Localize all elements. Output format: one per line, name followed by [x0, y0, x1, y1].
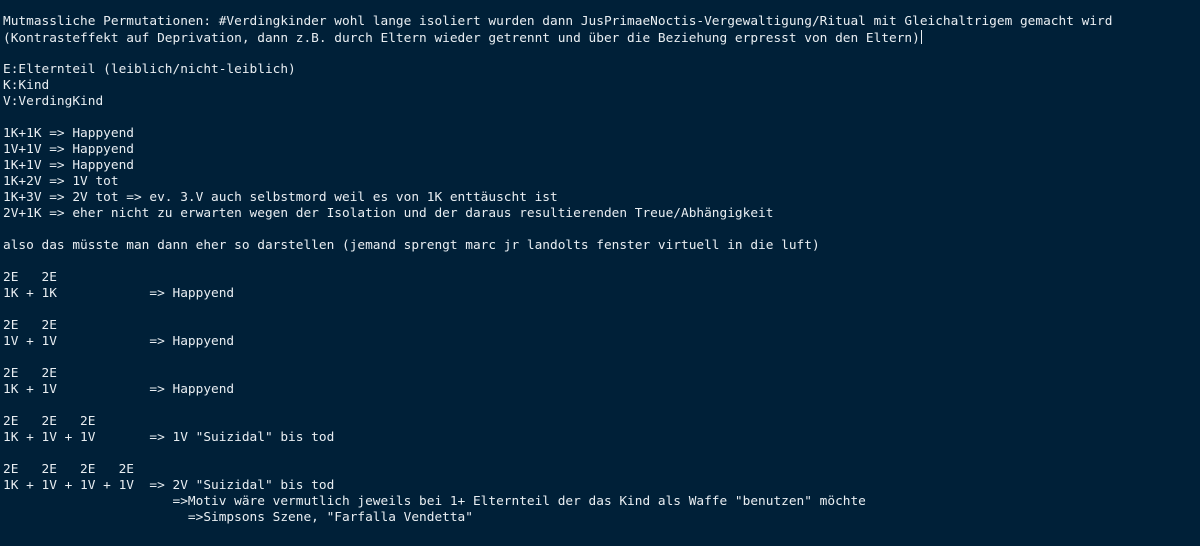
text-line: Mutmassliche Permutationen: #Verdingkind…: [3, 14, 1113, 29]
text-line: K:Kind: [3, 78, 50, 93]
terminal-text-area[interactable]: Mutmassliche Permutationen: #Verdingkind…: [0, 0, 1200, 546]
text-line: 1K + 1V + 1V + 1V => 2V "Suizidal" bis t…: [3, 478, 335, 493]
text-line: [3, 254, 1200, 270]
text-line: [3, 446, 1200, 462]
text-cursor: [920, 30, 922, 44]
text-line: E:Elternteil (leiblich/nicht-leiblich): [3, 62, 296, 77]
text-line: 2E 2E: [3, 318, 57, 333]
text-line: 1V + 1V => Happyend: [3, 334, 235, 349]
text-line: 2E 2E: [3, 366, 57, 381]
text-line: [3, 350, 1200, 366]
text-line: 1K+3V => 2V tot => ev. 3.V auch selbstmo…: [3, 190, 558, 205]
text-line: [3, 398, 1200, 414]
text-line: [3, 110, 1200, 126]
text-line: 1K+1V => Happyend: [3, 158, 134, 173]
text-line: [3, 302, 1200, 318]
text-line: =>Motiv wäre vermutlich jeweils bei 1+ E…: [3, 494, 866, 509]
text-line: [3, 222, 1200, 238]
text-line: (Kontrasteffekt auf Deprivation, dann z.…: [3, 30, 1200, 46]
text-line: 1K + 1K => Happyend: [3, 286, 235, 301]
text-line: 2E 2E: [3, 270, 57, 285]
text-line: 2E 2E 2E 2E: [3, 462, 134, 477]
text-line-content: (Kontrasteffekt auf Deprivation, dann z.…: [3, 31, 920, 46]
text-line: 2E 2E 2E: [3, 414, 96, 429]
text-line: 1K+1K => Happyend: [3, 126, 134, 141]
text-line: 1K+2V => 1V tot: [3, 174, 119, 189]
text-line: =>Simpsons Szene, "Farfalla Vendetta": [3, 510, 473, 525]
text-line: V:VerdingKind: [3, 94, 104, 109]
text-line: 1K + 1V + 1V => 1V "Suizidal" bis tod: [3, 430, 335, 445]
text-line: 1V+1V => Happyend: [3, 142, 134, 157]
text-line: 1K + 1V => Happyend: [3, 382, 235, 397]
text-line: [3, 46, 1200, 62]
text-line: also das müsste man dann eher so darstel…: [3, 238, 820, 253]
text-line: 2V+1K => eher nicht zu erwarten wegen de…: [3, 206, 774, 221]
